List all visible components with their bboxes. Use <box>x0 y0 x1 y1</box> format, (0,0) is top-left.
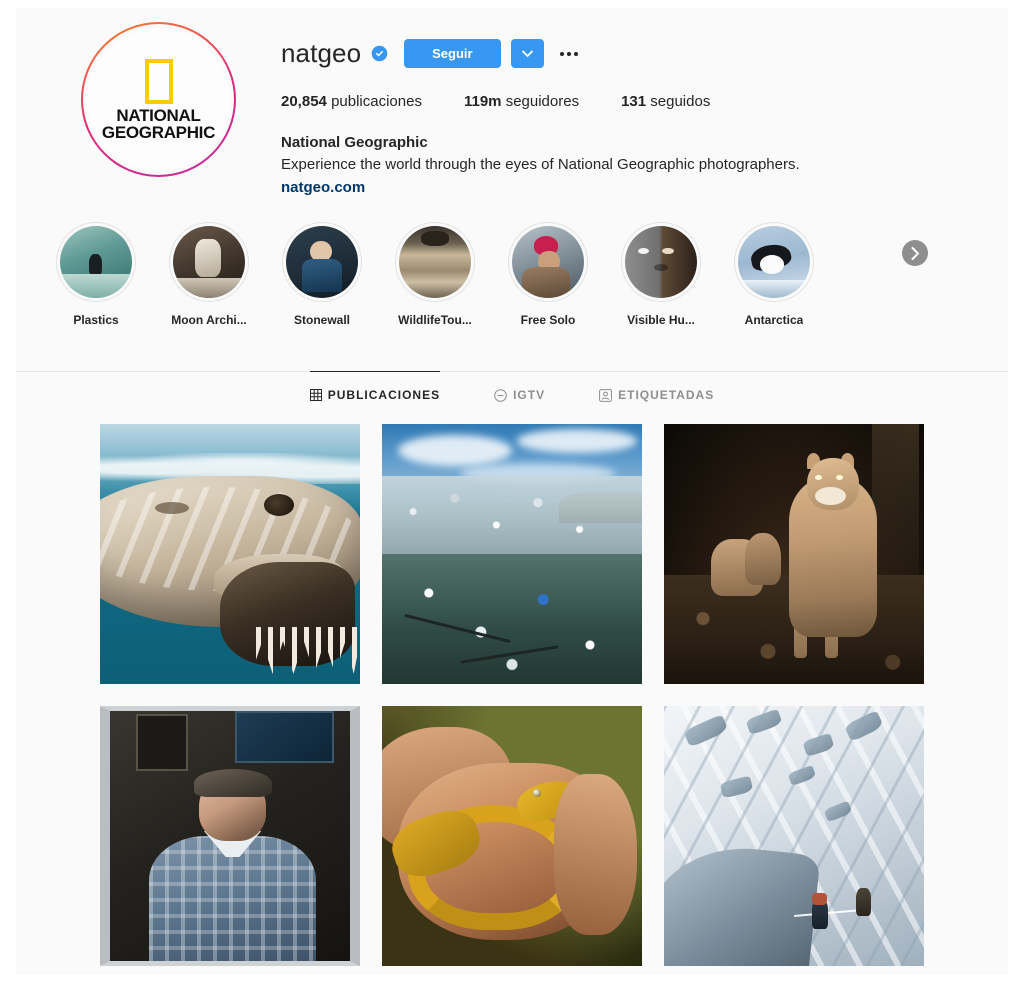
highlight-thumbnail-climber <box>512 226 584 299</box>
highlight-antarctica[interactable]: Antarctica <box>732 222 816 327</box>
page-canvas: NATIONAL GEOGRAPHIC natgeo Seguir 20,854… <box>16 8 1008 975</box>
avatar-column: NATIONAL GEOGRAPHIC <box>16 22 281 198</box>
profile-avatar[interactable]: NATIONAL GEOGRAPHIC <box>81 22 236 177</box>
tagged-icon <box>599 388 613 402</box>
highlight-thumbnail-people <box>286 226 358 299</box>
instagram-profile-page: NATIONAL GEOGRAPHIC natgeo Seguir 20,854… <box>0 0 1024 983</box>
post-image <box>100 706 360 967</box>
verified-badge-icon <box>371 45 388 62</box>
highlight-plastics[interactable]: Plastics <box>54 222 138 327</box>
highlight-thumbnail-penguin <box>738 226 810 299</box>
highlight-label: WildlifeTou... <box>398 313 472 328</box>
highlights-next-button[interactable] <box>902 240 928 267</box>
profile-website-link[interactable]: natgeo.com <box>281 177 365 199</box>
natgeo-wordmark: NATIONAL GEOGRAPHIC <box>102 107 215 141</box>
username-row: natgeo Seguir <box>281 38 978 69</box>
highlight-ring <box>621 222 701 303</box>
story-highlights: Plastics Moon Archi... Stonewall Wildlif… <box>16 198 1008 327</box>
highlight-label: Plastics <box>73 313 119 328</box>
chevron-down-icon <box>521 50 533 57</box>
post-grid <box>16 416 1008 967</box>
stat-following-value: 131 <box>621 93 647 110</box>
highlight-wildlife-tourism[interactable]: WildlifeTou... <box>393 222 477 327</box>
stat-following-label: seguidos <box>650 93 711 110</box>
stat-posts-label: publicaciones <box>331 93 422 110</box>
avatar-inner-ring: NATIONAL GEOGRAPHIC <box>83 24 234 175</box>
post-thumbnail-mountain-lion[interactable] <box>664 424 924 685</box>
highlight-ring <box>734 222 814 303</box>
profile-info-column: natgeo Seguir 20,854 publicaciones 119m … <box>281 22 1008 198</box>
tab-publicaciones[interactable]: PUBLICACIONES <box>309 371 441 416</box>
post-image <box>664 706 924 967</box>
more-options-button[interactable] <box>556 41 582 67</box>
stat-following[interactable]: 131 seguidos <box>621 93 710 110</box>
profile-bio: National Geographic Experience the world… <box>281 132 978 198</box>
post-thumbnail-glacier-climbers[interactable] <box>664 706 924 967</box>
highlight-thumbnail-face <box>625 226 697 299</box>
follow-options-dropdown-button[interactable] <box>510 39 544 68</box>
post-image <box>382 706 642 967</box>
post-image <box>664 424 924 685</box>
follow-button[interactable]: Seguir <box>404 39 501 68</box>
natgeo-yellow-rectangle-icon <box>144 58 173 104</box>
chevron-right-icon <box>911 246 919 260</box>
stat-posts-value: 20,854 <box>281 93 327 110</box>
highlight-thumbnail-animal <box>399 226 471 299</box>
highlight-label: Free Solo <box>520 313 576 328</box>
profile-stats: 20,854 publicaciones 119m seguidores 131… <box>281 93 978 110</box>
post-thumbnail-man-portrait[interactable] <box>100 706 360 967</box>
highlight-label: Antarctica <box>744 313 804 328</box>
highlight-ring <box>395 222 475 303</box>
highlight-ring <box>508 222 588 303</box>
highlight-ring <box>169 222 249 303</box>
post-thumbnail-shark[interactable] <box>100 424 360 685</box>
highlight-ring <box>56 222 136 303</box>
stat-followers[interactable]: 119m seguidores <box>464 93 579 110</box>
logo-line-1: NATIONAL <box>116 105 201 125</box>
tab-label: IGTV <box>513 388 546 403</box>
profile-full-name: National Geographic <box>281 134 428 151</box>
post-image <box>382 424 642 685</box>
stat-followers-value: 119m <box>463 93 502 110</box>
profile-username: natgeo <box>281 38 362 68</box>
highlight-ring <box>282 222 362 303</box>
stat-followers-label: seguidores <box>505 93 580 110</box>
logo-line-2: GEOGRAPHIC <box>101 122 216 142</box>
profile-tabs: PUBLICACIONES IGTV ETIQUETADAS <box>16 371 1008 416</box>
national-geographic-logo: NATIONAL GEOGRAPHIC <box>87 28 230 171</box>
post-image <box>100 424 360 685</box>
highlight-thumbnail-surfer <box>60 226 132 299</box>
tab-label: ETIQUETADAS <box>618 388 715 403</box>
post-thumbnail-ocean-plastic[interactable] <box>382 424 642 685</box>
stat-posts[interactable]: 20,854 publicaciones <box>281 93 422 110</box>
highlight-stonewall[interactable]: Stonewall <box>280 222 364 327</box>
highlight-free-solo[interactable]: Free Solo <box>506 222 590 327</box>
highlight-thumbnail-astronaut <box>173 226 245 299</box>
tab-etiquetadas[interactable]: ETIQUETADAS <box>599 371 714 416</box>
profile-header: NATIONAL GEOGRAPHIC natgeo Seguir 20,854… <box>16 8 1008 198</box>
post-thumbnail-snake-in-hands[interactable] <box>382 706 642 967</box>
igtv-icon <box>494 388 507 402</box>
grid-icon <box>309 389 322 402</box>
highlight-label: Stonewall <box>293 313 350 328</box>
highlight-label: Moon Archi... <box>171 313 247 328</box>
profile-description: Experience the world through the eyes of… <box>281 155 800 173</box>
tab-label: PUBLICACIONES <box>327 388 441 403</box>
highlight-moon-archive[interactable]: Moon Archi... <box>167 222 251 327</box>
tab-igtv[interactable]: IGTV <box>494 371 545 416</box>
highlight-visible-human[interactable]: Visible Hu... <box>619 222 703 327</box>
ellipsis-icon <box>559 51 578 56</box>
highlight-label: Visible Hu... <box>627 313 695 328</box>
